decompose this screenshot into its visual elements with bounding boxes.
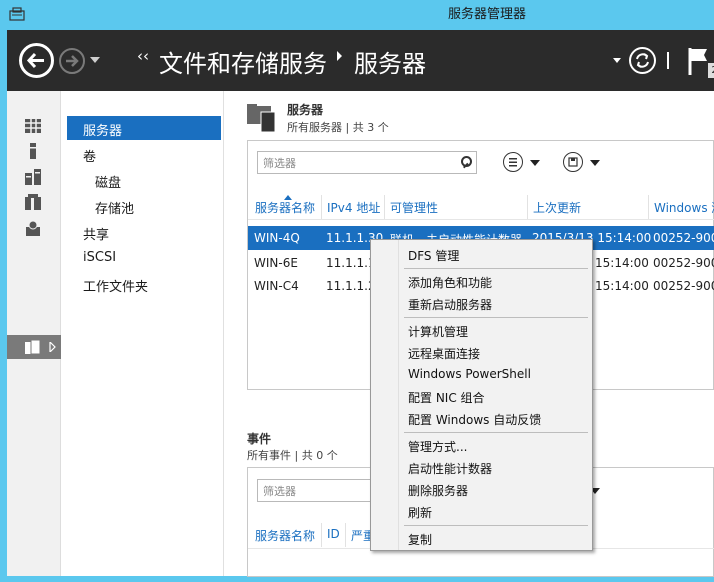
breadcrumb-dropdown-icon[interactable] xyxy=(613,58,621,63)
table-cell-ip: 11.1.1.2 xyxy=(326,279,376,293)
column-header-server-name[interactable]: 服务器名称 xyxy=(255,199,315,216)
servers-section-title: 服务器 xyxy=(287,103,324,117)
menu-item-remove-server[interactable]: 删除服务器 xyxy=(408,482,468,499)
table-cell-updated: 15:14:00 xyxy=(595,256,649,270)
save-icon xyxy=(568,157,578,167)
notification-count-badge: 2 xyxy=(708,63,714,78)
menu-item-computer-management[interactable]: 计算机管理 xyxy=(408,323,468,340)
column-header-manageability[interactable]: 可管理性 xyxy=(390,199,438,216)
menu-item-configure-feedback[interactable]: 配置 Windows 自动反馈 xyxy=(408,411,541,428)
breadcrumb-separator-icon xyxy=(337,51,342,61)
nav-item-iscsi[interactable]: iSCSI xyxy=(83,250,116,265)
menu-item-add-roles[interactable]: 添加角色和功能 xyxy=(408,274,492,291)
servers-filter-input[interactable]: 筛选器 xyxy=(257,151,477,174)
breadcrumb-current[interactable]: 服务器 xyxy=(354,44,426,79)
servers-tile-icon xyxy=(247,104,276,132)
table-cell-windows: 00252-900 xyxy=(653,279,714,293)
table-cell-name: WIN-4Q xyxy=(254,231,300,245)
nav-item-disks[interactable]: 磁盘 xyxy=(95,172,121,191)
header-separator xyxy=(248,219,714,220)
menu-separator xyxy=(404,268,588,269)
table-cell-windows: 00252-900 xyxy=(653,231,714,245)
column-divider[interactable] xyxy=(527,195,528,219)
menu-item-manage-as[interactable]: 管理方式... xyxy=(408,438,467,455)
back-arrow-icon xyxy=(26,52,44,69)
save-query-dropdown-icon[interactable] xyxy=(590,160,600,166)
column-header-ipv4[interactable]: IPv4 地址 xyxy=(327,199,380,216)
events-section-title: 事件 xyxy=(247,432,272,446)
column-divider[interactable] xyxy=(384,195,385,219)
list-options-icon xyxy=(509,158,517,167)
table-cell-name[interactable]: WIN-6E xyxy=(254,256,298,270)
menu-separator xyxy=(404,525,588,526)
save-query-button[interactable] xyxy=(563,152,583,172)
table-cell-name[interactable]: WIN-C4 xyxy=(254,279,299,293)
menu-item-restart-server[interactable]: 重新启动服务器 xyxy=(408,296,492,313)
menu-item-configure-nic-teaming[interactable]: 配置 NIC 组合 xyxy=(408,389,485,406)
events-header-id[interactable]: ID xyxy=(327,527,340,541)
menu-item-dfs-management[interactable]: DFS 管理 xyxy=(408,247,459,264)
breadcrumb-root[interactable]: 文件和存储服务 xyxy=(159,44,327,79)
column-divider[interactable] xyxy=(648,195,649,219)
filter-placeholder: 筛选器 xyxy=(263,157,296,170)
breadcrumb-back-icon: ‹‹ xyxy=(137,47,149,65)
navigation-bar: ‹‹ 文件和存储服务 服务器 2 xyxy=(7,30,714,91)
refresh-icon xyxy=(636,53,649,68)
column-divider[interactable] xyxy=(345,523,346,547)
history-dropdown-icon[interactable] xyxy=(90,57,100,63)
server-manager-window: 服务器管理器 ‹‹ 文件和存储服务 服务器 服务器 卷 磁盘 存储池 共享 iS… xyxy=(0,0,714,582)
back-button[interactable] xyxy=(19,43,54,78)
search-icon[interactable] xyxy=(461,156,472,167)
menu-separator xyxy=(404,432,588,433)
chevron-right-icon xyxy=(49,342,56,352)
nav-item-work-folders[interactable]: 工作文件夹 xyxy=(83,276,148,295)
nav-item-volumes[interactable]: 卷 xyxy=(83,146,96,165)
local-server-icon[interactable] xyxy=(24,143,42,159)
table-cell-windows: 00252-900 xyxy=(653,256,714,270)
menu-item-refresh[interactable]: 刷新 xyxy=(408,504,432,521)
column-divider[interactable] xyxy=(321,195,322,219)
navbar-divider xyxy=(667,52,669,69)
window-title: 服务器管理器 xyxy=(447,7,526,22)
menu-item-powershell[interactable]: Windows PowerShell xyxy=(408,367,531,381)
forward-button[interactable] xyxy=(59,48,85,74)
list-options-button[interactable] xyxy=(503,152,523,172)
column-header-windows-activation[interactable]: Windows 激 xyxy=(654,199,714,216)
servers-section-subtitle: 所有服务器 | 共 3 个 xyxy=(287,121,389,134)
forward-arrow-icon xyxy=(66,55,79,67)
events-header-server-name[interactable]: 服务器名称 xyxy=(255,527,315,544)
menu-separator xyxy=(404,317,588,318)
filter-placeholder: 筛选器 xyxy=(263,485,296,498)
nav-item-shares[interactable]: 共享 xyxy=(83,224,109,243)
list-options-dropdown-icon[interactable] xyxy=(530,160,540,166)
table-cell-updated: 15:14:00 xyxy=(595,279,649,293)
storage-icon[interactable] xyxy=(24,220,42,236)
column-divider[interactable] xyxy=(321,523,322,547)
menu-item-remote-desktop[interactable]: 远程桌面连接 xyxy=(408,345,480,362)
menu-item-copy[interactable]: 复制 xyxy=(408,531,432,548)
folder-icon xyxy=(25,339,41,355)
icon-rail xyxy=(7,91,61,576)
title-bar: 服务器管理器 xyxy=(0,0,714,30)
dashboard-icon[interactable] xyxy=(24,118,42,134)
context-menu-gutter xyxy=(398,240,399,550)
refresh-button[interactable] xyxy=(629,47,656,74)
menu-item-start-performance-counters[interactable]: 启动性能计数器 xyxy=(408,460,492,477)
all-servers-icon[interactable] xyxy=(24,169,42,185)
nav-item-servers[interactable]: 服务器 xyxy=(83,120,122,139)
nav-item-storage-pools[interactable]: 存储池 xyxy=(95,198,134,217)
events-section-subtitle: 所有事件 | 共 0 个 xyxy=(247,449,338,462)
column-header-last-update[interactable]: 上次更新 xyxy=(533,199,581,216)
file-services-icon[interactable] xyxy=(24,194,42,210)
table-cell-ip: 11.1.1.1 xyxy=(326,256,376,270)
rail-item-selected[interactable] xyxy=(7,335,61,359)
